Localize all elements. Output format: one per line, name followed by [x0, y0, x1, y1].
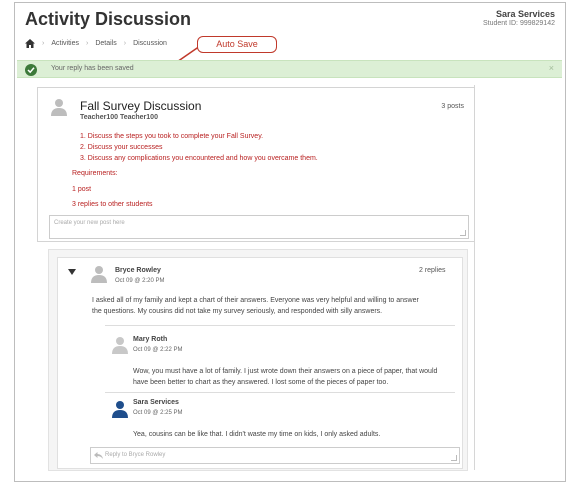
- alert-message: Your reply has been saved: [51, 65, 134, 72]
- app-frame: Activity Discussion Sara Services Studen…: [14, 2, 566, 482]
- close-icon[interactable]: ×: [549, 63, 554, 73]
- instructions-list: 1. Discuss the steps you took to complet…: [80, 131, 318, 164]
- breadcrumb: › Activities › Details › Discussion: [25, 39, 167, 48]
- breadcrumb-separator: ›: [42, 40, 45, 47]
- thread-body: I asked all of my family and kept a char…: [92, 295, 419, 317]
- avatar-icon: [112, 401, 128, 418]
- auto-save-callout: Auto Save: [197, 36, 277, 53]
- success-alert: Your reply has been saved ×: [17, 60, 562, 78]
- avatar-icon: [51, 99, 67, 116]
- instruction-item: 2. Discuss your successes: [80, 144, 163, 151]
- reply-author[interactable]: Sara Services: [133, 399, 179, 406]
- reply-body: Yea, cousins can be like that. I didn't …: [133, 431, 381, 438]
- collapse-toggle-icon[interactable]: [68, 269, 76, 275]
- user-name: Sara Services: [495, 9, 555, 19]
- new-post-input[interactable]: Create your new post here: [49, 215, 469, 239]
- post-author: Teacher100 Teacher100: [80, 114, 158, 121]
- reply-author[interactable]: Mary Roth: [133, 336, 167, 343]
- resize-handle-icon[interactable]: [451, 455, 457, 461]
- reply-body: Wow, you must have a lot of family. I ju…: [133, 366, 437, 388]
- thread-time: Oct 09 @ 2:20 PM: [115, 278, 165, 284]
- post-title: Fall Survey Discussion: [80, 99, 202, 113]
- instruction-item: 1. Discuss the steps you took to complet…: [80, 133, 264, 140]
- reply-count[interactable]: 2 replies: [419, 267, 445, 274]
- thread-body-line: I asked all of my family and kept a char…: [92, 297, 419, 304]
- divider: [105, 325, 455, 326]
- breadcrumb-details[interactable]: Details: [95, 40, 116, 47]
- user-info: Sara Services Student ID: 999829142: [483, 9, 555, 27]
- reply-time: Oct 09 @ 2:25 PM: [133, 410, 183, 416]
- reply-time: Oct 09 @ 2:22 PM: [133, 347, 183, 353]
- instruction-item: 3. Discuss any complications you encount…: [80, 155, 318, 162]
- home-icon[interactable]: [25, 39, 35, 48]
- requirements-label: Requirements:: [72, 170, 118, 177]
- requirement-replies: 3 replies to other students: [72, 201, 153, 208]
- student-id: Student ID: 999829142: [482, 20, 555, 27]
- post-count: 3 posts: [441, 103, 464, 110]
- discussion-post-card: Fall Survey Discussion Teacher100 Teache…: [37, 87, 475, 242]
- breadcrumb-separator: ›: [123, 40, 127, 47]
- reply-body-line: Wow, you must have a lot of family. I ju…: [133, 368, 438, 375]
- divider: [105, 392, 455, 393]
- breadcrumb-separator: ›: [85, 40, 89, 47]
- reply-body-line: have been better to chart as they answer…: [133, 379, 389, 386]
- resize-handle-icon[interactable]: [460, 230, 466, 236]
- avatar-icon: [112, 337, 128, 354]
- new-post-placeholder: Create your new post here: [54, 220, 125, 226]
- page-title: Activity Discussion: [25, 9, 192, 29]
- reply-placeholder: Reply to Bryce Rowley: [105, 452, 166, 458]
- thread-author[interactable]: Bryce Rowley: [115, 267, 161, 274]
- avatar-icon: [91, 266, 107, 283]
- thread-body-line: the questions. My cousins did not take m…: [92, 308, 383, 315]
- breadcrumb-activities[interactable]: Activities: [51, 40, 79, 47]
- reply-input[interactable]: Reply to Bryce Rowley: [90, 447, 460, 464]
- check-circle-icon: [25, 64, 37, 76]
- requirement-posts: 1 post: [72, 186, 92, 193]
- reply-icon: [94, 452, 103, 459]
